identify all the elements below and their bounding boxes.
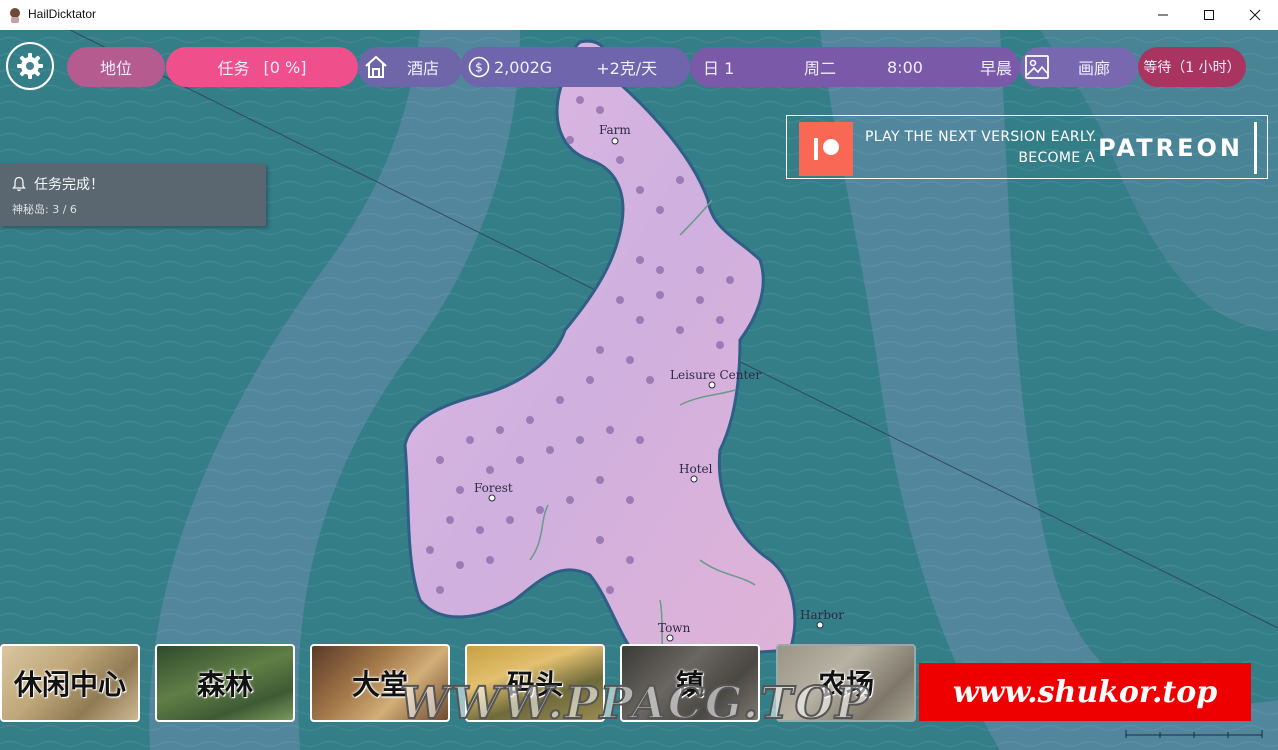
map-label-leisure-center[interactable]: Leisure Center [670, 368, 761, 382]
status-button[interactable]: 地位 [67, 47, 165, 87]
day-label: 日 1 [703, 59, 735, 78]
time-panel: 日 1 周二 8:00 早晨 [690, 47, 1020, 87]
gold-amount: 2,002G [494, 57, 553, 77]
location-forest[interactable]: 森林 [155, 644, 295, 722]
location-button[interactable]: 酒店 [358, 47, 462, 87]
gallery-button[interactable]: 画廊 [1020, 47, 1138, 87]
map-label-harbor[interactable]: Harbor [800, 608, 844, 622]
shukor-watermark-text: www.shukor.top [952, 674, 1218, 710]
status-label: 地位 [99, 59, 132, 78]
settings-button[interactable] [6, 42, 54, 90]
quest-label: 任务 [217, 59, 250, 78]
money-panel: $ 2,002G +2克/天 [460, 47, 690, 87]
patreon-banner[interactable]: PLAY THE NEXT VERSION EARLY. BECOME A PA… [786, 115, 1268, 179]
maximize-button[interactable] [1186, 0, 1232, 30]
patreon-line1: PLAY THE NEXT VERSION EARLY. [865, 129, 1097, 145]
time-label: 8:00 [887, 57, 923, 77]
patreon-divider [1254, 122, 1257, 174]
wait-button[interactable]: 等待（1 小时） [1138, 47, 1246, 87]
location-label: 酒店 [407, 59, 440, 78]
gear-icon [17, 53, 43, 79]
patreon-logo [799, 122, 853, 176]
location-forest-label: 森林 [196, 668, 253, 701]
map-label-farm[interactable]: Farm [599, 123, 631, 137]
period-label: 早晨 [980, 59, 1013, 78]
location-leisure-center[interactable]: 休闲中心 [0, 644, 140, 722]
location-leisure-center-label: 休闲中心 [13, 668, 126, 701]
close-button[interactable] [1232, 0, 1278, 30]
coin-icon: $ [468, 56, 490, 78]
patreon-icon [814, 138, 839, 160]
picture-icon [1025, 55, 1049, 79]
maximize-icon [1204, 10, 1214, 20]
map-label-hotel[interactable]: Hotel [679, 462, 712, 476]
notification-detail: 神秘岛: 3 / 6 [12, 203, 77, 216]
patreon-brand: PATREON [1098, 134, 1243, 162]
gold-income: +2克/天 [596, 59, 658, 78]
wait-label: 等待（1 小时） [1143, 60, 1241, 76]
quest-progress: [0 %] [263, 57, 307, 77]
gallery-label: 画廊 [1078, 59, 1111, 78]
map-label-forest[interactable]: Forest [474, 481, 513, 495]
window-titlebar: HailDicktator [0, 0, 1278, 30]
window-title: HailDicktator [28, 7, 97, 21]
close-icon [1249, 9, 1261, 21]
home-icon [365, 55, 387, 78]
shukor-watermark: www.shukor.top [919, 663, 1251, 721]
minimize-icon [1158, 14, 1168, 16]
quest-notification: 任务完成！ 神秘岛: 3 / 6 [0, 164, 266, 226]
minimize-button[interactable] [1140, 0, 1186, 30]
patreon-line2: BECOME A [1018, 150, 1095, 166]
app-icon [10, 8, 20, 23]
bell-icon [12, 176, 26, 192]
weekday-label: 周二 [804, 59, 837, 78]
quest-button[interactable]: 任务 [0 %] [166, 47, 358, 87]
svg-text:$: $ [475, 61, 483, 75]
notification-title: 任务完成！ [34, 177, 104, 193]
ppacg-watermark: WWW.PPACG.TOP [399, 677, 871, 730]
map-label-town[interactable]: Town [658, 621, 690, 635]
